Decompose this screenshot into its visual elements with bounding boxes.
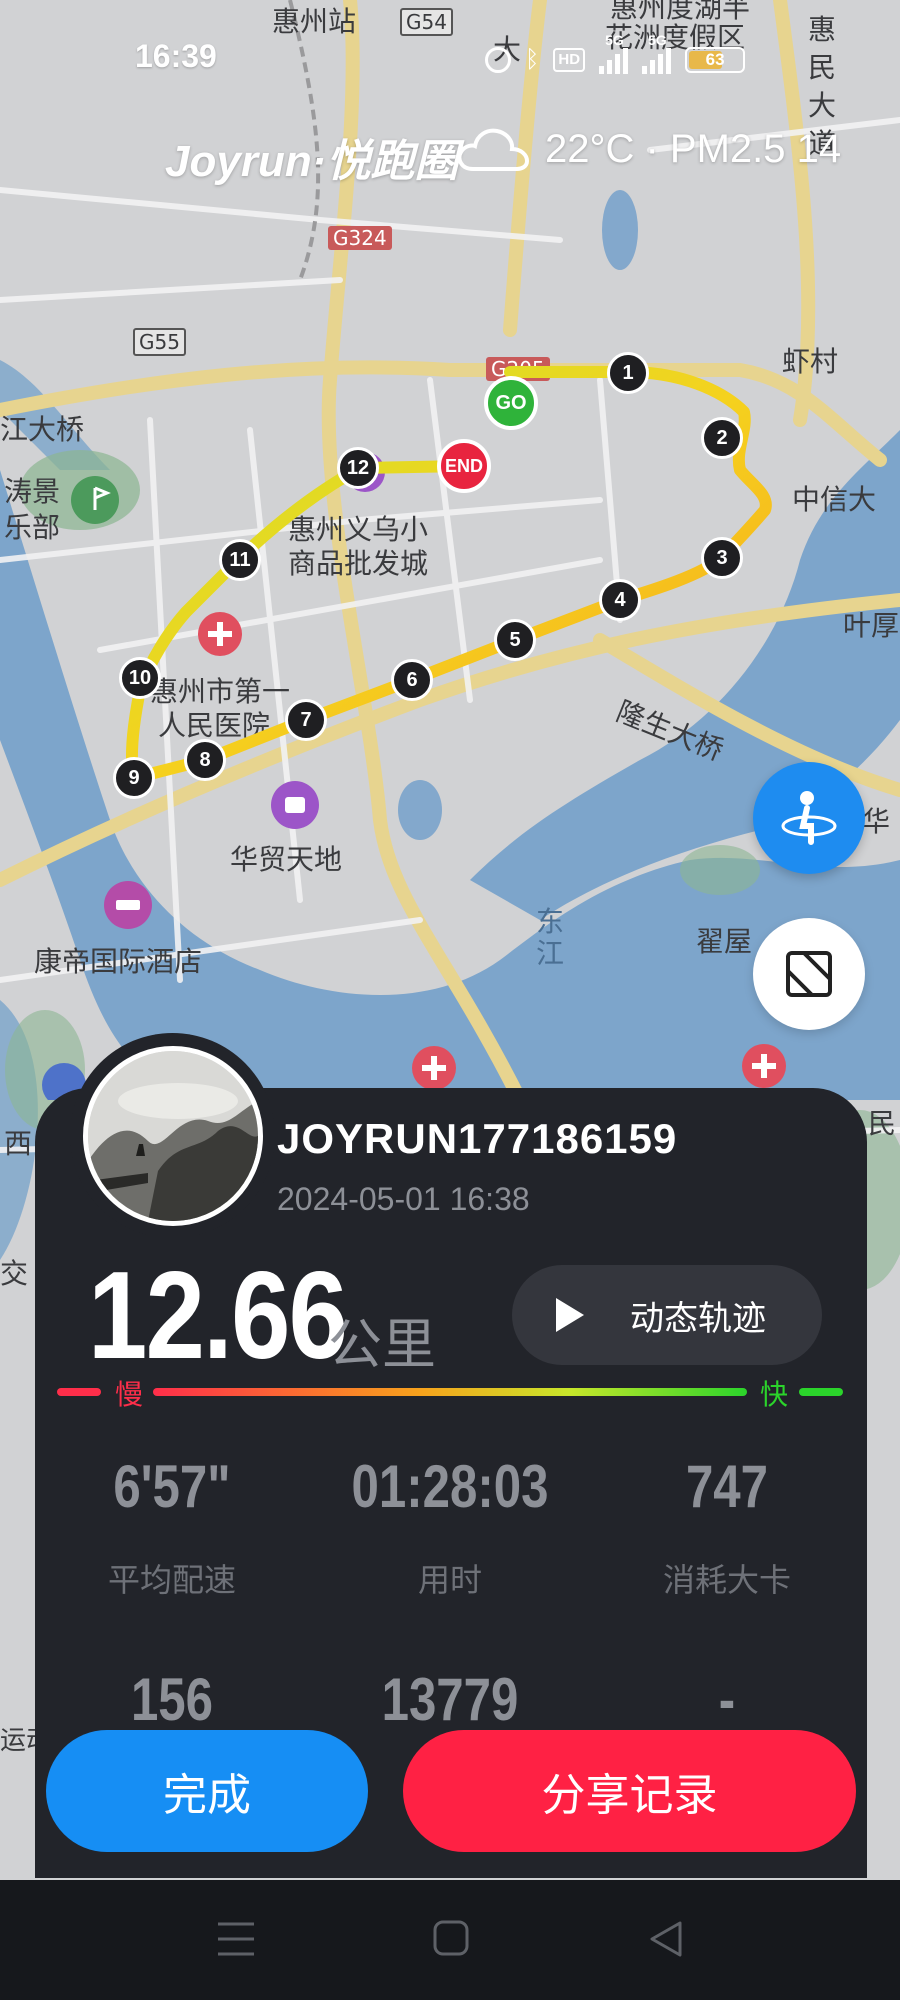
menu-icon[interactable] bbox=[216, 1920, 256, 1958]
runner-location-icon bbox=[781, 791, 837, 845]
hd-voice-icon: HD bbox=[553, 48, 586, 72]
km-marker: 9 bbox=[113, 757, 155, 799]
home-square-icon[interactable] bbox=[433, 1920, 469, 1956]
km-marker: 5 bbox=[494, 619, 536, 661]
play-icon bbox=[556, 1298, 584, 1332]
avg-pace-value: 6'57" bbox=[113, 1453, 231, 1520]
run-datetime: 2024-05-01 16:38 bbox=[277, 1181, 530, 1217]
stat-value: 156 bbox=[130, 1666, 214, 1733]
system-nav-bar bbox=[0, 1880, 900, 2000]
battery-level: 63 bbox=[705, 50, 725, 69]
network-type: 5G bbox=[605, 32, 624, 48]
slow-label: 慢 bbox=[115, 1378, 144, 1411]
cloud-icon bbox=[457, 128, 530, 171]
track-replay-button[interactable]: 动态轨迹 bbox=[512, 1265, 822, 1365]
avg-pace-label: 平均配速 bbox=[107, 1561, 236, 1599]
signal-icon: 5G bbox=[642, 32, 672, 74]
start-marker: GO bbox=[484, 376, 538, 430]
stat-value: 13779 bbox=[381, 1666, 519, 1733]
avatar[interactable] bbox=[83, 1046, 263, 1226]
signal-icon: 5G bbox=[599, 32, 629, 74]
km-marker: 12 bbox=[337, 447, 379, 489]
status-time: 16:39 bbox=[135, 38, 217, 74]
km-marker: 2 bbox=[701, 417, 743, 459]
km-marker: 4 bbox=[599, 579, 641, 621]
duration-label: 用时 bbox=[417, 1561, 482, 1599]
track-replay-label: 动态轨迹 bbox=[630, 1298, 766, 1339]
battery-icon: 63 bbox=[685, 47, 746, 73]
username: JOYRUN177186159 bbox=[277, 1115, 678, 1162]
avatar-landscape-image bbox=[88, 1051, 258, 1221]
weather-info: 22°C · PM2.5 14 bbox=[455, 125, 841, 173]
calories-value: 747 bbox=[685, 1453, 769, 1520]
stat-value: - bbox=[718, 1666, 736, 1733]
map-layer-icon bbox=[786, 951, 832, 997]
km-marker: 11 bbox=[219, 539, 261, 581]
distance-value: 12.66 bbox=[88, 1247, 348, 1385]
end-marker: END bbox=[437, 439, 491, 493]
back-triangle-icon[interactable] bbox=[648, 1920, 684, 1958]
km-marker: 10 bbox=[119, 657, 161, 699]
done-button[interactable]: 完成 bbox=[46, 1730, 368, 1852]
alarm-icon bbox=[485, 47, 511, 73]
fast-label: 快 bbox=[760, 1378, 789, 1411]
km-marker: 8 bbox=[184, 739, 226, 781]
share-record-button[interactable]: 分享记录 bbox=[403, 1730, 856, 1852]
km-marker: 3 bbox=[701, 537, 743, 579]
km-marker: 6 bbox=[391, 659, 433, 701]
duration-value: 01:28:03 bbox=[351, 1453, 549, 1520]
calories-label: 消耗大卡 bbox=[662, 1561, 791, 1599]
weather-text: 22°C · PM2.5 14 bbox=[545, 126, 842, 171]
app-brand: Joyrun·悦跑圈 bbox=[165, 137, 459, 186]
network-type: 5G bbox=[648, 32, 667, 48]
km-marker: 7 bbox=[285, 699, 327, 741]
distance-unit: 公里 bbox=[328, 1313, 436, 1376]
map-layer-button[interactable] bbox=[753, 918, 865, 1030]
km-marker: 1 bbox=[607, 352, 649, 394]
pace-gradient-bar bbox=[57, 1388, 843, 1396]
bluetooth-icon: ᛒ bbox=[525, 46, 540, 73]
locate-runner-button[interactable] bbox=[753, 762, 865, 874]
status-bar: 16:39 ᛒ HD 5G 5G 63 bbox=[0, 32, 900, 86]
